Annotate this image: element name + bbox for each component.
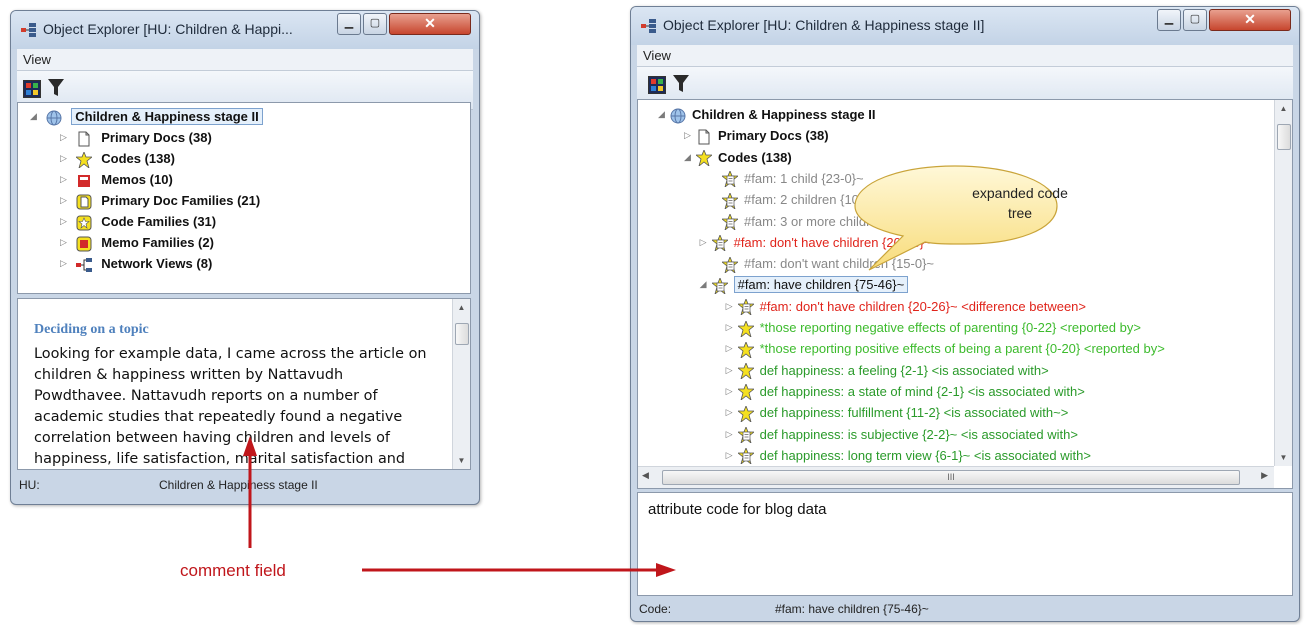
annotation-arrows [243, 436, 676, 577]
annotation-arrowhead-right [656, 563, 676, 577]
annotation-label: comment field [180, 561, 286, 580]
annotation-arrowhead-up [243, 436, 257, 456]
